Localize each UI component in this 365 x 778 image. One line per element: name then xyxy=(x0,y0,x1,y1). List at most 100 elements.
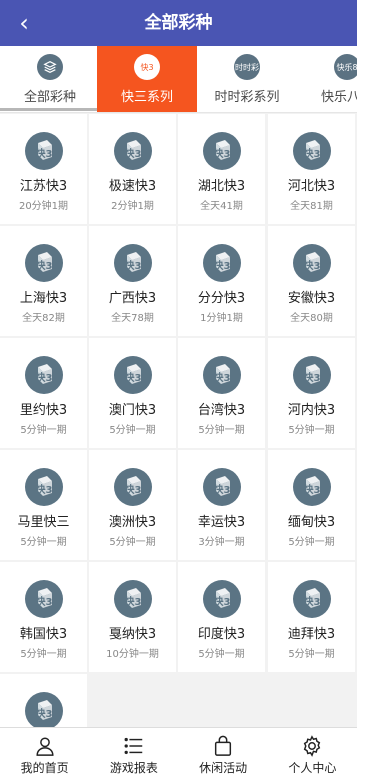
tab-0[interactable]: 全部彩种 xyxy=(0,46,100,112)
game-name: 台湾快3 xyxy=(197,403,246,418)
k3-dice-logo-icon: 快3 xyxy=(113,580,152,618)
game-cell[interactable]: 快3 澳洲快3 5分钟一期 xyxy=(89,450,176,560)
tab-label: 全部彩种 xyxy=(23,90,76,105)
person-icon xyxy=(36,737,54,756)
k3-dice-logo-icon: 快3 xyxy=(292,580,331,618)
game-frequency: 5分钟一期 xyxy=(20,649,67,660)
svg-text:快3: 快3 xyxy=(302,595,320,608)
game-cell[interactable]: 快3 台湾快3 5分钟一期 xyxy=(178,338,265,448)
svg-text:快3: 快3 xyxy=(212,483,230,496)
game-name: 幸运快3 xyxy=(197,515,246,530)
game-name: 安徽快3 xyxy=(287,291,336,306)
tab-label: 快乐八系 xyxy=(320,90,357,105)
tab-1[interactable]: 快3 快三系列 xyxy=(97,46,197,112)
game-cell[interactable]: 快3 马里快三 5分钟一期 xyxy=(0,450,87,560)
game-cell[interactable]: 快3 上海快3 全天82期 xyxy=(0,226,87,336)
game-cell[interactable]: 快3 分分快3 1分钟1期 xyxy=(178,226,265,336)
k3-logo-icon: 快3 xyxy=(134,54,160,80)
game-frequency: 全天41期 xyxy=(200,201,243,212)
game-cell[interactable]: 快3 澳门快3 5分钟一期 xyxy=(89,338,176,448)
game-name: 分分快3 xyxy=(197,291,246,306)
svg-text:快3: 快3 xyxy=(34,483,52,496)
game-name: 印度快3 xyxy=(197,627,246,642)
game-frequency: 5分钟一期 xyxy=(109,425,156,436)
svg-text:快3: 快3 xyxy=(302,259,320,272)
k3-dice-logo-icon: 快3 xyxy=(24,244,63,282)
scrollbar-track[interactable] xyxy=(357,0,365,778)
tab-2[interactable]: 时时彩 时时彩系列 xyxy=(197,46,297,112)
game-name: 澳洲快3 xyxy=(108,515,157,530)
game-frequency: 1分钟1期 xyxy=(200,313,243,324)
game-frequency: 5分钟一期 xyxy=(288,537,335,548)
bag-icon xyxy=(215,735,232,756)
game-name: 湖北快3 xyxy=(197,179,246,194)
game-cell[interactable]: 快3 戛纳快3 10分钟一期 xyxy=(89,562,176,672)
game-cell[interactable]: 快3 极速快3 2分钟1期 xyxy=(89,114,176,224)
k3-dice-logo-icon: 快3 xyxy=(292,468,331,506)
game-frequency: 全天80期 xyxy=(290,313,333,324)
svg-text:快3: 快3 xyxy=(34,259,52,272)
game-name: 韩国快3 xyxy=(19,627,68,642)
kl8-logo-icon: 快乐8 xyxy=(334,54,357,80)
nav-home[interactable]: 我的首页 xyxy=(0,728,89,778)
nav-game-report[interactable]: 游戏报表 xyxy=(89,728,178,778)
k3-dice-logo-icon: 快3 xyxy=(292,132,331,170)
game-frequency: 5分钟一期 xyxy=(198,649,245,660)
game-name: 江苏快3 xyxy=(19,179,68,194)
svg-text:快3: 快3 xyxy=(212,147,230,160)
nav-game-report-label: 游戏报表 xyxy=(109,761,158,775)
k3-dice-logo-icon: 快3 xyxy=(113,356,152,394)
game-frequency: 2分钟1期 xyxy=(111,201,154,212)
game-frequency: 20分钟1期 xyxy=(18,201,69,212)
game-name: 河北快3 xyxy=(287,179,336,194)
svg-text:快3: 快3 xyxy=(302,483,320,496)
nav-activities[interactable]: 休闲活动 xyxy=(179,728,268,778)
k3-dice-logo-icon: 快3 xyxy=(113,244,152,282)
nav-home-label: 我的首页 xyxy=(20,761,69,775)
svg-text:快3: 快3 xyxy=(34,147,52,160)
game-cell[interactable]: 快3 里约快3 5分钟一期 xyxy=(0,338,87,448)
game-frequency: 5分钟一期 xyxy=(109,537,156,548)
svg-text:快3: 快3 xyxy=(302,147,320,160)
game-cell[interactable]: 快3 幸运快3 3分钟一期 xyxy=(178,450,265,560)
game-frequency: 5分钟一期 xyxy=(20,537,67,548)
svg-text:快3: 快3 xyxy=(123,595,141,608)
k3-dice-logo-icon: 快3 xyxy=(202,132,241,170)
game-frequency: 3分钟一期 xyxy=(198,537,245,548)
game-name: 缅甸快3 xyxy=(287,515,336,530)
k3-dice-logo-icon: 快3 xyxy=(24,580,63,618)
ssc-logo-icon: 时时彩 xyxy=(234,54,260,80)
game-cell[interactable]: 快3 印度快3 5分钟一期 xyxy=(178,562,265,672)
nav-profile-label: 个人中心 xyxy=(288,761,337,775)
game-cell[interactable]: 快3 安徽快3 全天80期 xyxy=(268,226,355,336)
header-bar: ‹ 全部彩种 xyxy=(0,0,357,46)
game-cell[interactable]: 快3 湖北快3 全天41期 xyxy=(178,114,265,224)
game-frequency: 全天81期 xyxy=(290,201,333,212)
k3-dice-logo-icon: 快3 xyxy=(202,580,241,618)
game-cell[interactable]: 快3 缅甸快3 5分钟一期 xyxy=(268,450,355,560)
game-frequency: 5分钟一期 xyxy=(288,649,335,660)
game-name: 极速快3 xyxy=(108,179,157,194)
nav-profile[interactable]: 个人中心 xyxy=(268,728,357,778)
bottom-nav: 我的首页 游戏报表 休闲活动 个人中心 xyxy=(0,727,357,778)
svg-text:快3: 快3 xyxy=(34,595,52,608)
svg-text:快3: 快3 xyxy=(34,707,52,720)
game-cell[interactable]: 快3 迪拜快3 5分钟一期 xyxy=(268,562,355,672)
game-cell[interactable]: 快3 河内快3 5分钟一期 xyxy=(268,338,355,448)
tab-3[interactable]: 快乐8 快乐八系 xyxy=(297,46,357,112)
game-cell[interactable]: 快3 广西快3 全天78期 xyxy=(89,226,176,336)
tab-label: 时时彩系列 xyxy=(214,90,280,105)
k3-dice-logo-icon: 快3 xyxy=(113,132,152,170)
game-name: 马里快三 xyxy=(17,515,70,530)
k3-dice-logo-icon: 快3 xyxy=(292,356,331,394)
game-cell[interactable]: 快3 河北快3 全天81期 xyxy=(268,114,355,224)
game-name: 澳门快3 xyxy=(108,403,157,418)
k3-dice-logo-icon: 快3 xyxy=(292,244,331,282)
game-cell[interactable]: 快3 韩国快3 5分钟一期 xyxy=(0,562,87,672)
k3-dice-logo-icon: 快3 xyxy=(202,468,241,506)
game-name: 戛纳快3 xyxy=(108,627,157,642)
game-cell[interactable]: 快3 江苏快3 20分钟1期 xyxy=(0,114,87,224)
list-icon xyxy=(124,737,143,755)
game-name: 迪拜快3 xyxy=(287,627,336,642)
game-name: 上海快3 xyxy=(19,291,68,306)
